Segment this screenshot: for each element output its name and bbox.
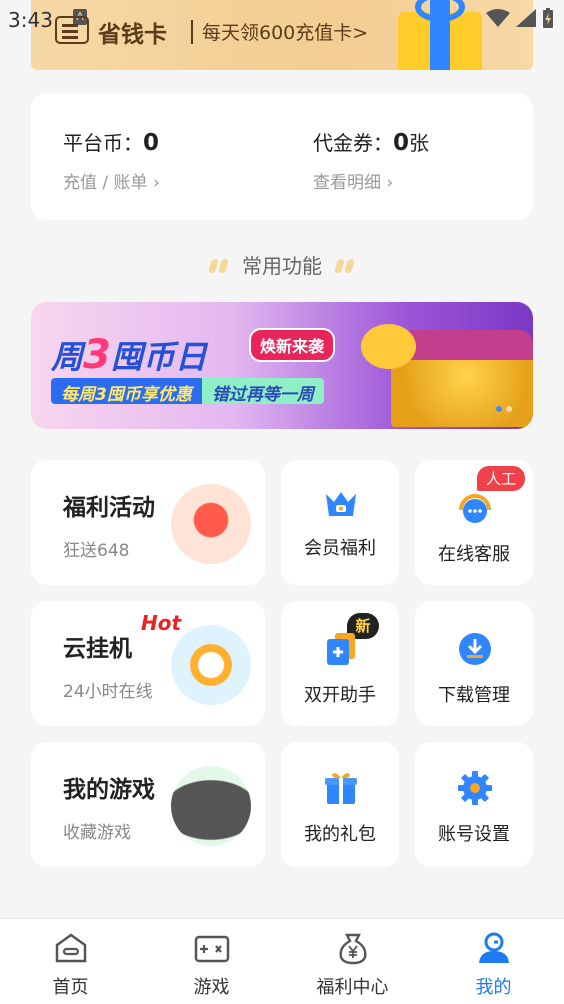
headset-icon [459,494,491,523]
wifi-icon [486,9,510,27]
account-settings-tile[interactable]: 账号设置 [415,742,533,867]
promo-title-pre: 周 [51,338,84,376]
cloud-sub: 24小时在线 [63,682,153,702]
balance-card: 平台币：0 充值 / 账单 › 代金券：0张 查看明细 › [31,93,533,220]
promo-tag: 焕新来袭 [249,328,336,362]
promo-title: 周3囤币日 [51,332,207,378]
voucher-unit: 张 [409,131,430,155]
banner-title[interactable]: 省钱卡 [98,15,167,49]
voucher-detail-link[interactable]: 查看明细 › [313,168,429,193]
human-service-badge: 人工 [476,466,525,491]
dual-open-tile[interactable]: 新 双开助手 [281,601,399,726]
promo-banner[interactable]: 周3囤币日 焕新来袭 每周3囤币享优惠 错过再等一周 [31,302,533,429]
dual-app-icon [327,633,355,665]
section-title: 常用功能 [0,250,564,279]
mygames-sub: 收藏游戏 [63,823,131,843]
nav-mine[interactable]: 我的 [423,919,564,1004]
voucher-value: 0 [393,130,410,156]
download-manager-tile[interactable]: 下载管理 [415,601,533,726]
recharge-bill-link[interactable]: 充值 / 账单 › [63,168,160,193]
my-gifts-tile[interactable]: 我的礼包 [281,742,399,867]
status-icons [486,8,554,28]
section-title-text: 常用功能 [242,254,322,278]
treasure-chest-lid [399,330,533,360]
carousel-dot [496,406,502,412]
welfare-sub: 狂送648 [63,541,130,561]
user-icon [478,932,509,963]
voucher-detail-label: 查看明细 [313,173,381,193]
carousel-indicator [496,406,512,412]
quote-open-icon [208,259,230,273]
nav-games[interactable]: 游戏 [141,919,282,1004]
nav-welfare-label: 福利中心 [316,977,389,998]
piggy-icon [361,324,416,369]
welfare-title: 福利活动 [63,495,155,521]
mygames-title: 我的游戏 [63,777,155,803]
battery-icon [543,8,553,28]
chevron-right-icon: › [152,173,160,193]
money-bag-icon [171,484,251,564]
bottom-nav: 首页 游戏 福利中心 我的 [0,918,564,1004]
dual-label: 双开助手 [304,685,376,706]
crown-icon [326,492,356,516]
chevron-right-icon: › [386,173,394,193]
nav-games-label: 游戏 [193,977,230,998]
carousel-dot [506,406,512,412]
coins-value: 0 [143,130,160,156]
banner-divider [191,20,193,44]
vouchers: 代金券：0张 查看明细 › [313,127,429,193]
gift-icon [325,773,357,804]
coins-label: 平台币： [63,131,143,155]
home-icon [55,933,86,963]
money-bag-icon [339,933,366,965]
nav-mine-label: 我的 [475,977,512,998]
promo-slogan: 每周3囤币享优惠 错过再等一周 [51,378,324,405]
welfare-activities-tile[interactable]: 福利活动 狂送648 [31,460,265,585]
banner-subtitle-link[interactable]: 每天领600充值卡> [202,18,368,45]
online-service-tile[interactable]: 人工 在线客服 [415,460,533,585]
nav-home[interactable]: 首页 [0,919,141,1004]
promo-slogan-b: 错过再等一周 [201,378,324,405]
cloud-hosting-tile[interactable]: 云挂机 Hot 24小时在线 [31,601,265,726]
nav-welfare-center[interactable]: 福利中心 [282,919,423,1004]
download-icon [459,633,491,665]
card-icon [55,16,89,44]
hot-badge: Hot [141,611,182,635]
promo-slogan-a: 每周3囤币享优惠 [51,378,202,405]
gamepad-icon [171,766,251,846]
status-time: 3:43 [8,8,53,32]
member-benefits-tile[interactable]: 会员福利 [281,460,399,585]
my-games-tile[interactable]: 我的游戏 收藏游戏 [31,742,265,867]
download-label: 下载管理 [438,685,510,706]
gear-icon [458,771,492,805]
promo-title-num: 3 [83,332,111,378]
settings-label: 账号设置 [438,824,510,845]
signal-icon [516,9,536,27]
voucher-label: 代金券： [313,131,393,155]
quote-close-icon [334,259,356,273]
recharge-bill-label: 充值 / 账单 [63,173,148,193]
service-label: 在线客服 [438,544,510,565]
nav-home-label: 首页 [52,977,89,998]
promo-title-post: 囤币日 [110,338,207,376]
gifts-label: 我的礼包 [304,824,376,845]
member-label: 会员福利 [304,538,376,559]
game-controller-icon [194,935,229,963]
clock-24h-icon [171,625,251,705]
cloud-title: 云挂机 [63,636,132,662]
platform-coins: 平台币：0 充值 / 账单 › [63,127,160,193]
